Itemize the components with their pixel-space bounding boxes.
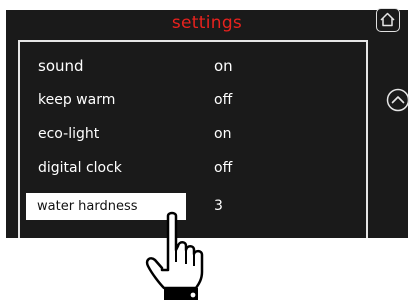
chevron-up-icon — [386, 88, 410, 112]
setting-label: digital clock — [38, 160, 122, 176]
setting-value: off — [214, 92, 233, 108]
setting-value: on — [214, 57, 233, 75]
setting-row-digital-clock[interactable]: digital clock off — [20, 155, 366, 182]
setting-row-eco-light[interactable]: eco-light on — [20, 121, 366, 148]
setting-row-keep-warm[interactable]: keep warm off — [20, 87, 366, 114]
page-title: settings — [171, 13, 243, 33]
setting-label: eco-light — [38, 126, 100, 142]
pointing-hand-icon — [145, 211, 204, 300]
setting-label: keep warm — [38, 92, 116, 108]
setting-row-sound[interactable]: sound on — [20, 53, 366, 80]
home-icon — [380, 12, 395, 27]
setting-value: 3 — [214, 198, 223, 214]
setting-value: on — [214, 126, 232, 142]
setting-value: off — [214, 160, 233, 176]
home-button[interactable] — [376, 8, 400, 32]
device-screen: settings sound on keep warm off eco-ligh… — [6, 10, 410, 238]
scroll-up-button[interactable] — [386, 88, 410, 112]
settings-list: sound on keep warm off eco-light on digi… — [18, 40, 368, 238]
setting-label: water hardness — [37, 199, 138, 214]
setting-label: sound — [38, 57, 84, 75]
